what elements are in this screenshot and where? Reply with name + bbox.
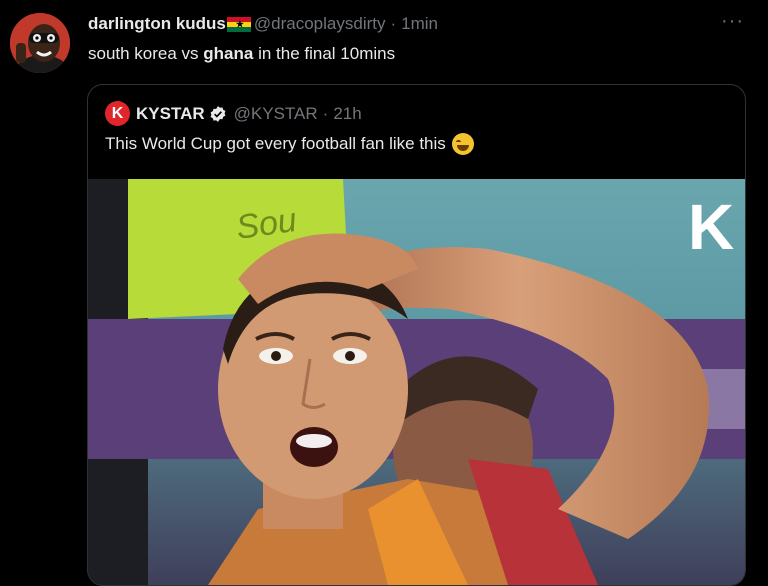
quoted-tweet-image[interactable]: Sou K	[88, 179, 745, 585]
quoted-tweet-header: K KYSTAR @KYSTAR · 21h	[105, 101, 362, 126]
separator-dot: ·	[322, 103, 329, 123]
avatar[interactable]	[10, 13, 70, 73]
face-with-tears-of-joy-icon	[451, 133, 474, 155]
quoted-text: This World Cup got every football fan li…	[105, 134, 446, 153]
tweet-text: south korea vs ghana in the final 10mins	[88, 44, 395, 64]
tweet-text-bold: ghana	[203, 44, 254, 63]
timestamp[interactable]: 1min	[401, 14, 438, 34]
quoted-tweet-text: This World Cup got every football fan li…	[105, 133, 474, 155]
quoted-timestamp[interactable]: 21h	[333, 104, 361, 124]
separator-dot: ·	[390, 14, 397, 33]
verified-badge-icon	[210, 105, 226, 122]
display-name[interactable]: darlington kudus	[88, 14, 226, 34]
tweet-header: darlington kudus ★ @dracoplaysdirty · 1m…	[88, 14, 438, 34]
kystar-logo-avatar[interactable]: K	[105, 101, 130, 126]
tweet-text-part: south korea vs	[88, 44, 204, 63]
quoted-user-handle[interactable]: @KYSTAR	[234, 104, 318, 124]
more-options-icon[interactable]: ···	[721, 10, 744, 33]
ghana-flag-icon: ★	[226, 16, 251, 32]
quoted-display-name[interactable]: KYSTAR	[136, 104, 205, 124]
tweet-text-part: in the final 10mins	[253, 44, 396, 63]
user-handle[interactable]: @dracoplaysdirty	[254, 14, 386, 34]
kystar-watermark: K	[688, 191, 734, 263]
quoted-tweet[interactable]: K KYSTAR @KYSTAR · 21h This World Cup go…	[87, 84, 746, 586]
tweet[interactable]: darlington kudus ★ @dracoplaysdirty · 1m…	[0, 0, 768, 586]
